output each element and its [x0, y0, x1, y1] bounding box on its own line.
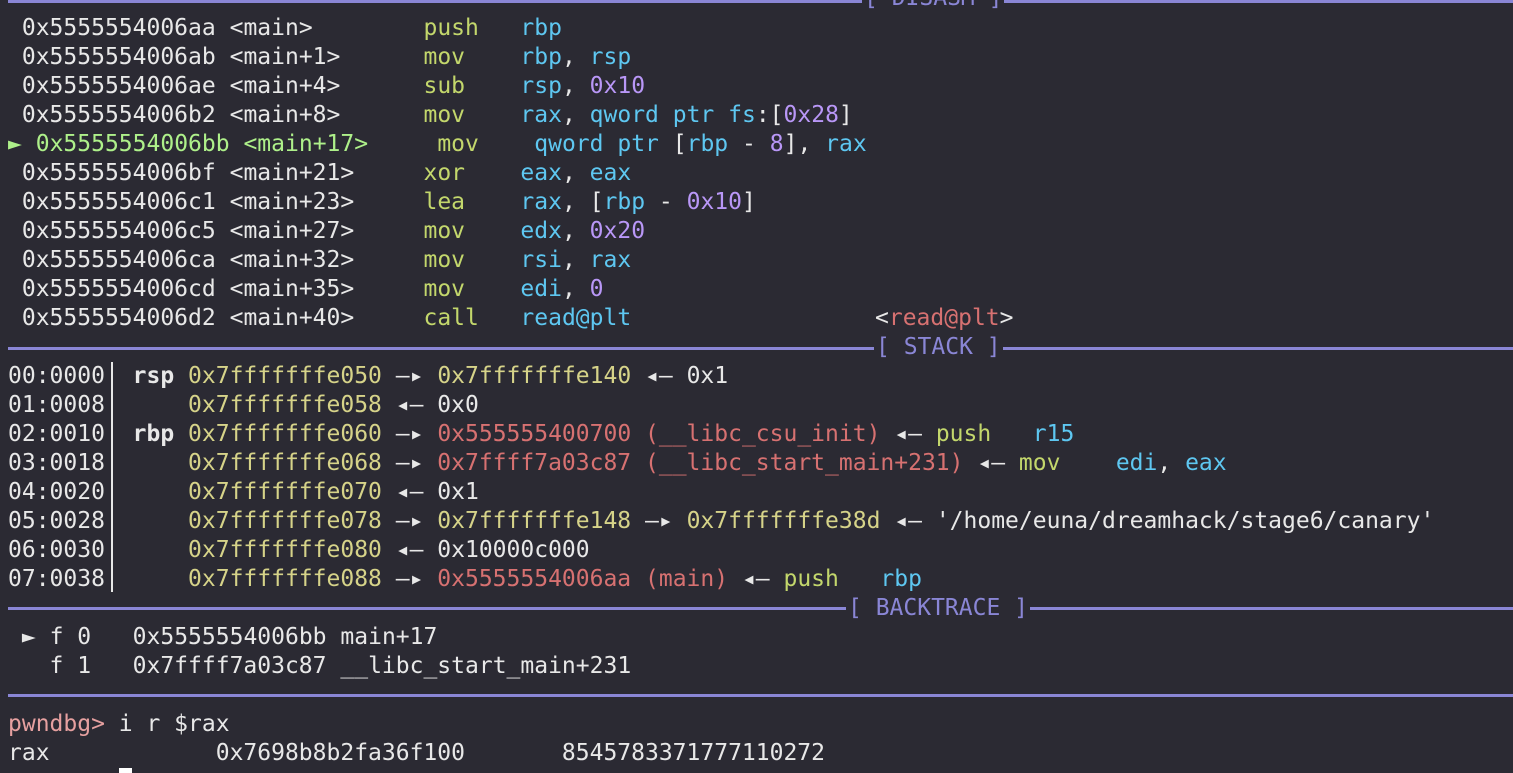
disasm-sym: <main+17> — [243, 131, 369, 157]
stack-offset: 01:0008 — [8, 392, 105, 418]
disasm-line: 0x5555554006ae <main+4> sub rsp, 0x10 — [21, 73, 646, 99]
disasm-addr: 0x5555554006b2 — [21, 102, 216, 128]
frame-sym: main+17 — [340, 624, 438, 650]
disasm-mnemonic: mov — [437, 131, 479, 157]
disasm-addr: 0x5555554006aa — [21, 15, 216, 41]
disasm-addr: 0x5555554006c5 — [21, 218, 216, 244]
backtrace-title: [ BACKTRACE ] — [846, 594, 1031, 623]
disasm-sym: <main> — [229, 15, 313, 41]
stack-offset: 04:0020 — [8, 479, 105, 505]
disasm-sym: <main+23> — [229, 189, 355, 215]
register-dec: 8545783371777110272 — [561, 740, 826, 766]
stack-reg: rsp — [132, 363, 175, 389]
disasm-line: 0x5555554006d2 <main+40> call read@plt — [8, 304, 631, 333]
current-pointer-icon: ► — [8, 131, 22, 157]
disasm-addr: 0x5555554006cd — [21, 276, 216, 302]
frame-number: f 1 — [49, 653, 92, 679]
stack-offset: 05:0028 — [8, 508, 105, 534]
disasm-sym: <main+27> — [229, 218, 355, 244]
stack-row: 00:0000 rsp 0x7fffffffe050 —▸ 0x7fffffff… — [8, 363, 729, 389]
register-hex: 0x7698b8b2fa36f100 — [215, 740, 465, 766]
stack-row: 03:0018 0x7fffffffe068 —▸ 0x7ffff7a03c87… — [8, 450, 1227, 476]
stack-separator — [8, 347, 1513, 350]
disasm-mnemonic: xor — [423, 160, 466, 186]
stack-addr: 0x7fffffffe088 — [188, 566, 382, 592]
disasm-mnemonic: mov — [423, 102, 466, 128]
stack-row: 04:0020 0x7fffffffe070 ◂— 0x1 — [8, 479, 479, 505]
disasm-sym: <main+35> — [229, 276, 355, 302]
disasm-addr: 0x5555554006d2 — [21, 305, 216, 331]
stack-addr: 0x7fffffffe058 — [188, 392, 382, 418]
call-target: read@plt — [520, 305, 632, 331]
backtrace-separator — [8, 607, 1513, 610]
command-text: i r $rax — [104, 711, 230, 737]
stack-offset: 06:0030 — [8, 537, 105, 563]
command-line[interactable]: pwndbg> i r $rax — [8, 710, 230, 739]
stack-row: 07:0038 0x7fffffffe088 —▸ 0x5555554006aa… — [8, 566, 922, 592]
backtrace-row: f 1 0x7ffff7a03c87 __libc_start_main+231 — [8, 652, 632, 681]
disasm-mnemonic: mov — [423, 276, 466, 302]
disasm-separator — [8, 0, 1513, 3]
disasm-mnemonic: mov — [423, 44, 466, 70]
disasm-sym: <main+4> — [229, 73, 341, 99]
disasm-line: 0x5555554006aa <main> push rbp — [21, 15, 562, 41]
current-frame-icon: ► — [21, 624, 36, 650]
disasm-addr: 0x5555554006bf — [21, 160, 216, 186]
stack-title: [ STACK ] — [874, 333, 1003, 362]
disasm-line: 0x5555554006ca <main+32> mov rsi, rax — [21, 247, 632, 273]
stack-addr: 0x7fffffffe078 — [188, 508, 382, 534]
disasm-line: 0x5555554006ab <main+1> mov rbp, rsp — [21, 44, 632, 70]
disasm-sym: <main+40> — [229, 305, 355, 331]
disasm-line-current: ► 0x5555554006bb <main+17> mov qword ptr… — [8, 131, 867, 157]
disasm-mnemonic: sub — [423, 73, 466, 99]
disasm-mnemonic: mov — [423, 218, 466, 244]
disasm-mnemonic: lea — [423, 189, 466, 215]
console-separator — [8, 694, 1513, 697]
stack-offset: 02:0010 — [8, 421, 105, 447]
stack-addr: 0x7fffffffe068 — [188, 450, 382, 476]
disasm-line: 0x5555554006c5 <main+27> mov edx, 0x20 — [21, 218, 646, 244]
disasm-mnemonic: push — [423, 15, 479, 41]
stack-offset: 00:0000 — [8, 363, 105, 389]
stack-row: 05:0028 0x7fffffffe078 —▸ 0x7fffffffe148… — [8, 508, 1435, 534]
disasm-line: 0x5555554006b2 <main+8> mov rax, qword p… — [21, 102, 853, 128]
frame-sym: __libc_start_main+231 — [340, 653, 632, 679]
stack-row: 01:0008 0x7fffffffe058 ◂— 0x0 — [8, 392, 479, 418]
prompt-label: pwndbg> — [8, 711, 105, 737]
stack-addr: 0x7fffffffe070 — [188, 479, 382, 505]
stack-offset: 07:0038 — [8, 566, 105, 592]
backtrace-row: ► f 0 0x5555554006bb main+17 — [8, 623, 437, 652]
frame-addr: 0x7ffff7a03c87 — [132, 653, 327, 679]
disasm-addr: 0x5555554006ae — [21, 73, 216, 99]
disasm-sym: <main+32> — [229, 247, 355, 273]
register-output: rax 0x7698b8b2fa36f100 85457833717771102… — [8, 739, 825, 768]
disasm-sym: <main+8> — [229, 102, 341, 128]
frame-addr: 0x5555554006bb — [132, 624, 327, 650]
stack-row: 02:0010 rbp 0x7fffffffe060 —▸ 0x55555540… — [8, 421, 1075, 447]
disasm-addr: 0x5555554006bb — [35, 131, 230, 157]
text-cursor — [119, 768, 132, 773]
disasm-call-annotation: <read@plt> — [875, 305, 1014, 331]
frame-number: f 0 — [49, 624, 92, 650]
disasm-line: 0x5555554006bf <main+21> xor eax, eax — [21, 160, 632, 186]
stack-reg: rbp — [132, 421, 175, 447]
disasm-addr: 0x5555554006ca — [21, 247, 216, 273]
disasm-line: 0x5555554006cd <main+35> mov edi, 0 — [21, 276, 604, 302]
disasm-sym: <main+1> — [229, 44, 341, 70]
stack-offset: 03:0018 — [8, 450, 105, 476]
stack-addr: 0x7fffffffe050 — [188, 363, 382, 389]
stack-addr: 0x7fffffffe080 — [188, 537, 382, 563]
disasm-mnemonic: call — [423, 305, 479, 331]
disasm-addr: 0x5555554006ab — [21, 44, 216, 70]
register-name: rax — [8, 740, 50, 766]
stack-row: 06:0030 0x7fffffffe080 ◂— 0x10000c000 — [8, 537, 590, 563]
stack-addr: 0x7fffffffe060 — [188, 421, 382, 447]
disasm-addr: 0x5555554006c1 — [21, 189, 216, 215]
disasm-line: 0x5555554006c1 <main+23> lea rax, [rbp -… — [21, 189, 756, 215]
disasm-title: [ DISASM ] — [862, 0, 1005, 13]
disasm-mnemonic: mov — [423, 247, 466, 273]
disasm-sym: <main+21> — [229, 160, 355, 186]
